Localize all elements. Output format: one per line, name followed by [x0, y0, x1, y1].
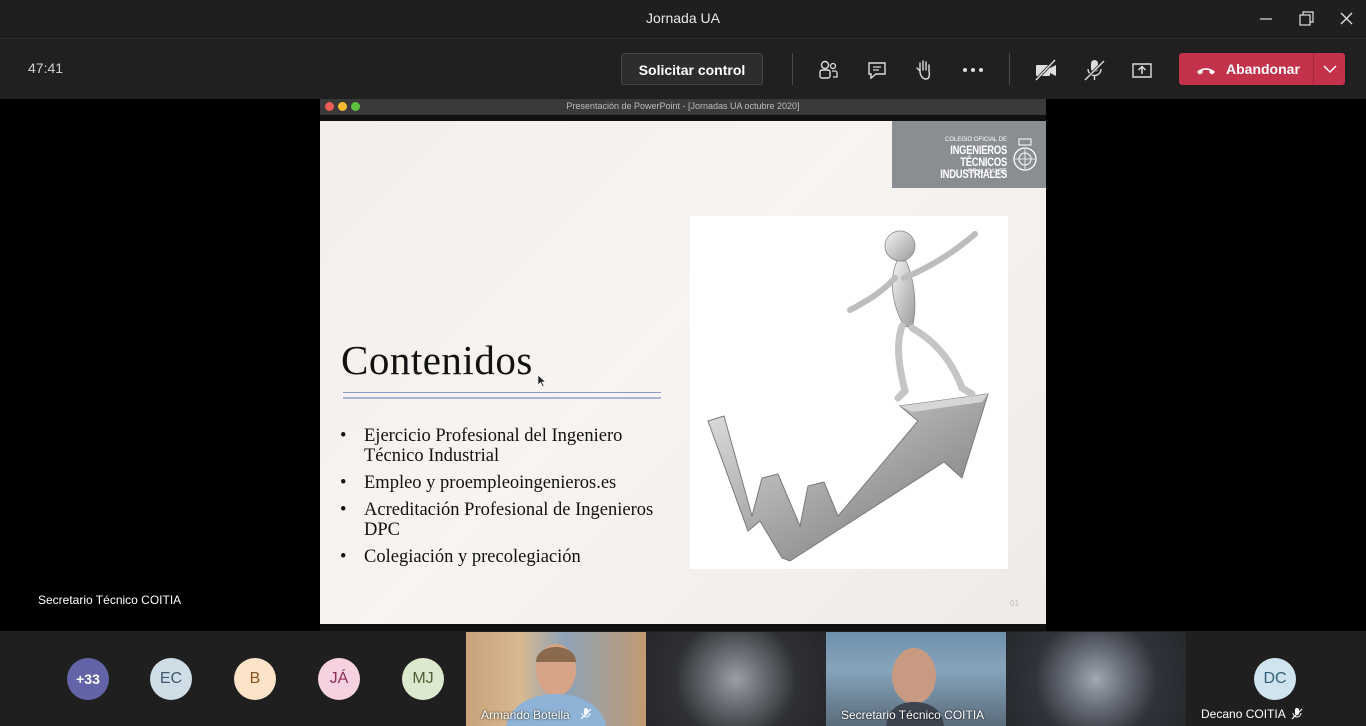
presentation-slide: COLEGIO OFICIAL DE INGENIEROS TÉCNICOS IN… [320, 121, 1046, 624]
maximize-button[interactable] [1286, 4, 1326, 34]
share-screen-button[interactable] [1129, 57, 1155, 83]
divider [1009, 53, 1010, 85]
emblem-icon [1013, 138, 1037, 171]
participants-icon [819, 60, 838, 79]
participant-video-tile-blurred[interactable] [646, 632, 826, 726]
mouse-cursor-icon [538, 375, 546, 387]
window-title: Jornada UA [646, 10, 720, 26]
ppt-title-bar: Presentación de PowerPoint - [Jornadas U… [320, 99, 1046, 115]
chat-icon [868, 62, 886, 80]
shared-content-stage: Secretario Técnico COITIA Presentación d… [0, 99, 1366, 631]
coitia-logo: COLEGIO OFICIAL DE INGENIEROS TÉCNICOS IN… [892, 121, 1046, 188]
mic-toggle-button[interactable] [1081, 57, 1107, 83]
camera-toggle-button[interactable] [1033, 57, 1059, 83]
camera-off-icon [1034, 58, 1057, 82]
close-icon [1340, 12, 1353, 25]
chevron-down-icon [1323, 65, 1337, 74]
more-icon [963, 68, 983, 72]
bullet-item: Ejercicio Profesional del Ingeniero Técn… [338, 426, 678, 466]
leave-label: Abandonar [1226, 61, 1300, 77]
meeting-toolbar: 47:41 Solicitar control Abandonar [0, 39, 1366, 99]
participant-avatar[interactable]: MJ [402, 658, 444, 700]
shared-powerpoint-window: Presentación de PowerPoint - [Jornadas U… [320, 99, 1046, 631]
slide-title: Contenidos [341, 337, 533, 383]
bullet-item: Colegiación y precolegiación [338, 547, 678, 567]
slide-image [690, 216, 1008, 569]
slide-bullet-list: Ejercicio Profesional del Ingeniero Técn… [338, 426, 678, 574]
participant-video-tile[interactable]: Secretario Técnico COITIA [826, 632, 1006, 726]
participant-avatar[interactable]: JÁ [318, 658, 360, 700]
close-button[interactable] [1326, 4, 1366, 34]
mic-muted-icon [580, 708, 592, 720]
minimize-icon [1260, 18, 1272, 20]
bullet-item: Acreditación Profesional de Ingenieros D… [338, 500, 678, 540]
logo-text: DE ALICANTE [967, 169, 1007, 175]
participant-avatar[interactable]: B [234, 658, 276, 700]
leave-button[interactable]: Abandonar [1179, 53, 1345, 85]
ppt-window-title: Presentación de PowerPoint - [Jornadas U… [566, 101, 800, 111]
request-control-button[interactable]: Solicitar control [621, 53, 763, 85]
leave-options-button[interactable] [1313, 53, 1346, 85]
slide-page-number: 01 [1010, 599, 1019, 608]
participant-name: Armando Botella [481, 708, 570, 722]
minimize-button[interactable] [1246, 4, 1286, 34]
title-bar: Jornada UA [0, 0, 1366, 39]
participants-button[interactable] [815, 57, 841, 83]
participant-video-tile-blurred[interactable] [1006, 632, 1186, 726]
raise-hand-icon [916, 60, 931, 80]
mic-muted-icon [1291, 708, 1303, 720]
participant-name: Decano COITIA [1201, 707, 1286, 721]
presenter-name: Secretario Técnico COITIA [38, 593, 182, 607]
chat-button[interactable] [864, 57, 890, 83]
hang-up-icon [1197, 68, 1215, 75]
more-actions-button[interactable] [960, 57, 986, 83]
participant-strip: +33 EC B JÁ MJ Armando Botella Secretari… [0, 631, 1366, 726]
participant-avatar[interactable]: EC [150, 658, 192, 700]
participant-avatar[interactable]: DC [1254, 658, 1296, 700]
participant-name: Secretario Técnico COITIA [841, 708, 985, 722]
restore-icon [1299, 11, 1314, 26]
growth-figure-icon [707, 230, 989, 562]
meeting-timer: 47:41 [28, 60, 64, 76]
participant-video-tile[interactable]: Armando Botella [466, 632, 646, 726]
mic-off-icon [1083, 59, 1106, 82]
logo-text: INGENIEROS TÉCNICOS INDUSTRIALES [940, 145, 1007, 181]
title-underline [343, 392, 661, 399]
bullet-item: Empleo y proempleoingenieros.es [338, 473, 678, 493]
raise-hand-button[interactable] [911, 57, 937, 83]
more-participants-badge[interactable]: +33 [67, 658, 109, 700]
share-screen-icon [1132, 63, 1152, 78]
logo-text: COLEGIO OFICIAL DE [944, 137, 1007, 143]
divider [792, 53, 793, 85]
